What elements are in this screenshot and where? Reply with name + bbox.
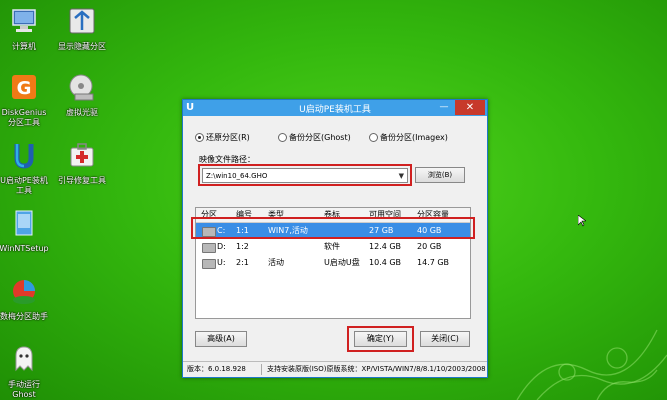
highlight-box-row bbox=[191, 217, 475, 239]
partition-icon bbox=[69, 8, 95, 34]
virtual-drive-icon bbox=[69, 74, 94, 101]
table-row[interactable]: U: 2:1 活动 U启动U盘 10.4 GB 14.7 GB bbox=[196, 255, 470, 271]
desktop-icon-manual-ghost[interactable]: 手动运行 Ghost bbox=[0, 344, 56, 400]
highlight-box-ok bbox=[347, 326, 414, 352]
pe-installer-window[interactable]: U U启动PE装机工具 — ✕ 还原分区(R) 备份分区(Ghost) 备份分区… bbox=[182, 99, 488, 378]
cell-free: 12.4 GB bbox=[369, 242, 402, 251]
winntsetup-icon bbox=[15, 210, 33, 236]
desktop-icon-virtual-drive[interactable]: 虚拟光驱 bbox=[50, 72, 114, 118]
cell-type: 活动 bbox=[268, 258, 284, 267]
desktop-icon-label: 数梅分区助手 bbox=[0, 312, 48, 321]
desktop-icon-computer[interactable]: 计算机 bbox=[0, 6, 56, 52]
advanced-button[interactable]: 高级(A) bbox=[195, 331, 247, 347]
desktop-icon-diskgenius[interactable]: G DiskGenius 分区工具 bbox=[0, 72, 56, 128]
desktop-icon-partition-assistant[interactable]: 数梅分区助手 bbox=[0, 276, 56, 322]
desktop-icon-boot-repair[interactable]: 引导修复工具 bbox=[50, 140, 114, 186]
desktop-icon-show-hidden-partition[interactable]: 显示隐藏分区 bbox=[50, 6, 114, 52]
usb-drive-icon bbox=[202, 259, 216, 269]
desktop-icon-u-pe-installer[interactable]: U启动PE装机 工具 bbox=[0, 140, 56, 196]
window-titlebar[interactable]: U U启动PE装机工具 — ✕ bbox=[183, 100, 487, 116]
radio-dot bbox=[369, 133, 378, 142]
desktop-icon-label: 手动运行 Ghost bbox=[8, 380, 40, 399]
support-info-text: 支持安装原版(ISO)原版系统：XP/VISTA/WIN7/8/8.1/10/2… bbox=[267, 365, 486, 373]
radio-backup-ghost[interactable]: 备份分区(Ghost) bbox=[278, 132, 351, 143]
radio-backup-imagex[interactable]: 备份分区(Imagex) bbox=[369, 132, 448, 143]
cell-size: 20 GB bbox=[417, 242, 442, 251]
desktop-icon-label: DiskGenius 分区工具 bbox=[1, 108, 47, 127]
first-aid-icon bbox=[70, 143, 94, 167]
computer-icon bbox=[12, 9, 36, 32]
radio-restore-partition[interactable]: 还原分区(R) bbox=[195, 132, 250, 143]
desktop-icon-winntsetup[interactable]: WinNTSetup bbox=[0, 208, 56, 254]
cell-size: 14.7 GB bbox=[417, 258, 450, 267]
cell-partition: U: bbox=[217, 258, 226, 267]
browse-button[interactable]: 浏览(B) bbox=[415, 167, 465, 183]
svg-text:G: G bbox=[17, 78, 32, 99]
hard-disk-icon bbox=[202, 243, 216, 253]
u-logo-icon bbox=[14, 144, 34, 169]
wallpaper-flourish bbox=[516, 329, 667, 400]
radio-dot bbox=[195, 133, 204, 142]
mouse-cursor-icon bbox=[578, 215, 586, 227]
cell-number: 2:1 bbox=[236, 258, 249, 267]
desktop-icon-label: 计算机 bbox=[12, 42, 36, 51]
cell-label: 软件 bbox=[324, 242, 340, 251]
mode-radio-group: 还原分区(R) 备份分区(Ghost) 备份分区(Imagex) bbox=[195, 132, 481, 144]
desktop-icon-label: WinNTSetup bbox=[0, 244, 49, 253]
cell-free: 10.4 GB bbox=[369, 258, 402, 267]
ghost-icon bbox=[15, 346, 33, 372]
partition-assistant-icon bbox=[13, 280, 35, 304]
status-bar: 版本：6.0.18.928 支持安装原版(ISO)原版系统：XP/VISTA/W… bbox=[183, 361, 487, 377]
highlight-box-path bbox=[198, 164, 412, 186]
close-window-button[interactable]: ✕ bbox=[455, 100, 485, 115]
close-button[interactable]: 关闭(C) bbox=[420, 331, 470, 347]
desktop-icon-label: 显示隐藏分区 bbox=[58, 42, 106, 51]
desktop-icon-label: 虚拟光驱 bbox=[66, 108, 98, 117]
cell-label: U启动U盘 bbox=[324, 258, 360, 267]
radio-label: 备份分区(Imagex) bbox=[380, 133, 448, 142]
table-row[interactable]: D: 1:2 软件 12.4 GB 20 GB bbox=[196, 239, 470, 255]
status-separator bbox=[261, 364, 262, 375]
version-text: 版本：6.0.18.928 bbox=[187, 365, 246, 373]
diskgenius-icon: G bbox=[12, 75, 36, 99]
desktop-icon-label: 引导修复工具 bbox=[58, 176, 106, 185]
radio-label: 还原分区(R) bbox=[206, 133, 250, 142]
cell-partition: D: bbox=[217, 242, 226, 251]
radio-dot bbox=[278, 133, 287, 142]
desktop-icon-label: U启动PE装机 工具 bbox=[0, 176, 48, 195]
radio-label: 备份分区(Ghost) bbox=[289, 133, 351, 142]
minimize-button[interactable]: — bbox=[437, 102, 451, 114]
cell-number: 1:2 bbox=[236, 242, 249, 251]
